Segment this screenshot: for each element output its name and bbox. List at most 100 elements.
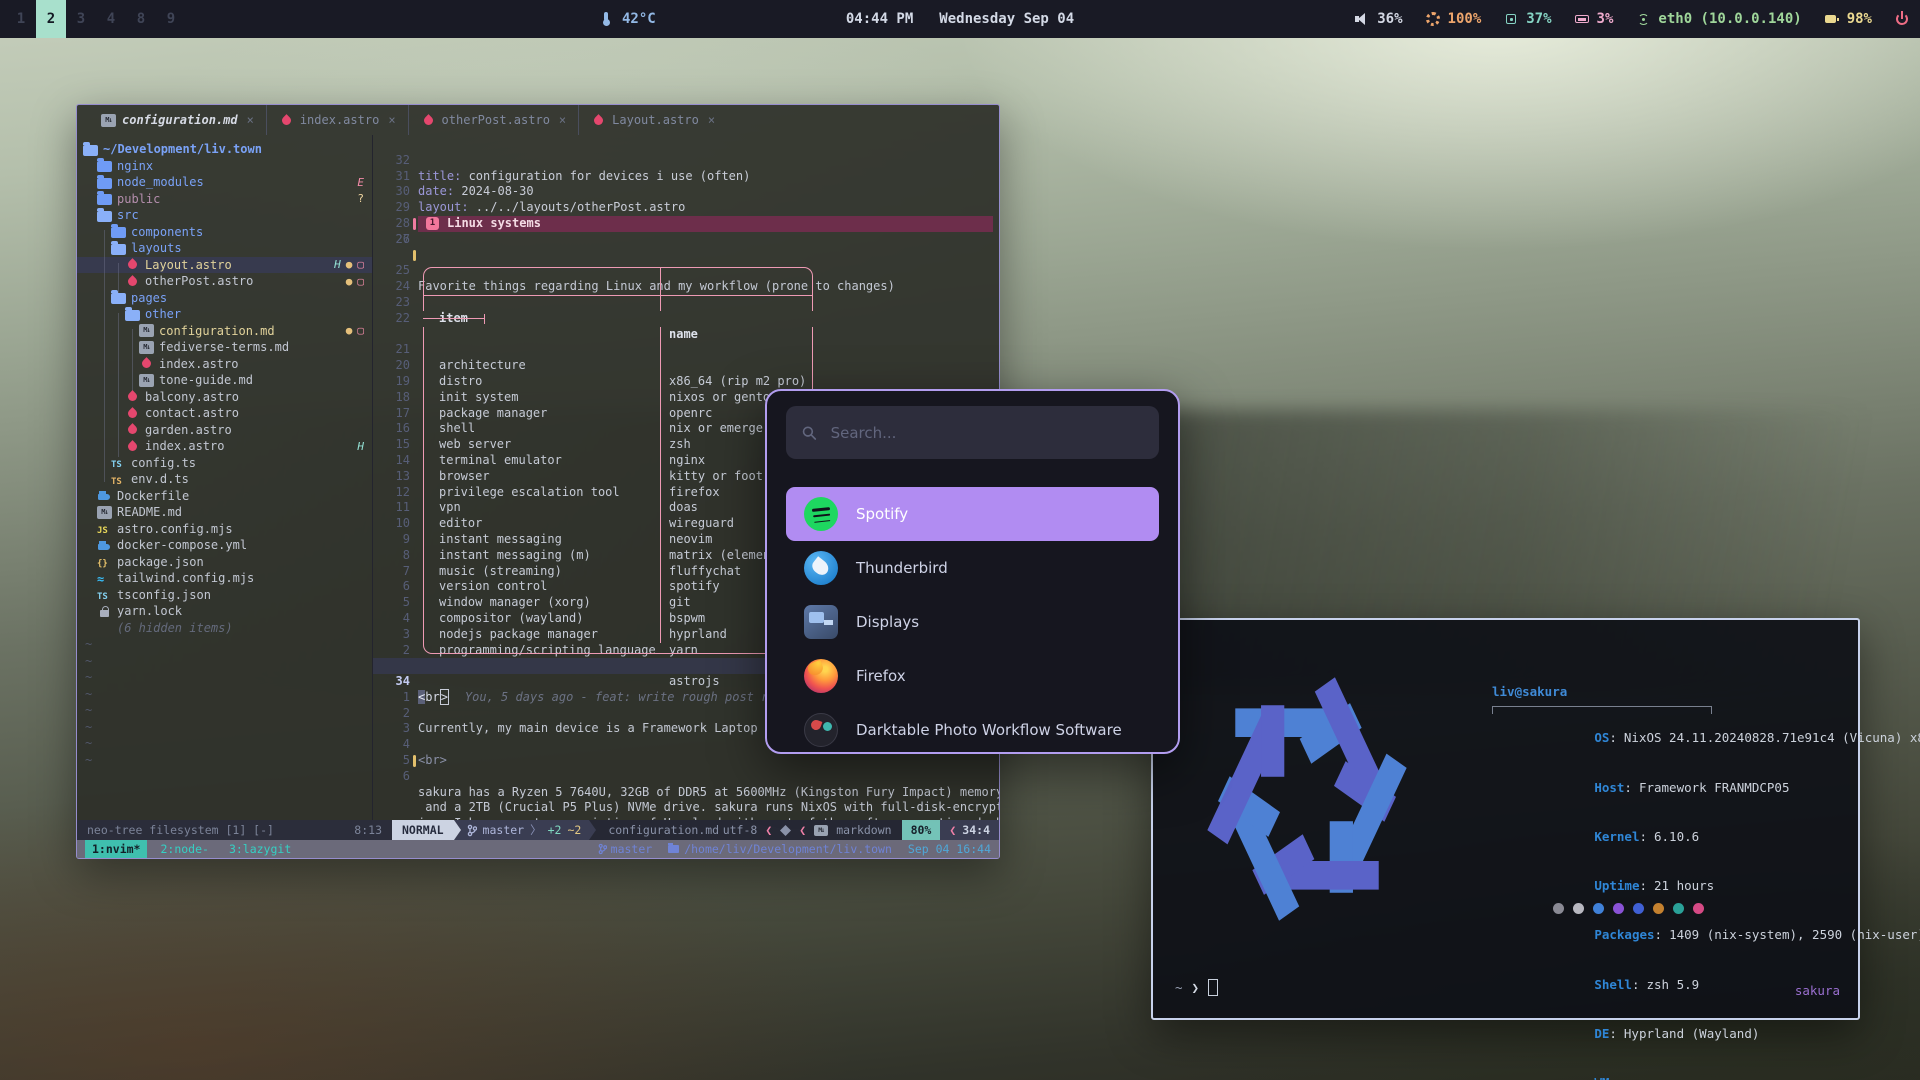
tree-item[interactable]: components (77, 224, 372, 241)
astro-icon (125, 258, 140, 271)
tree-item-label: contact.astro (145, 406, 239, 420)
tree-item[interactable]: balcony.astro (77, 389, 372, 406)
system-module[interactable]: eth0 (10.0.0.140) (1635, 11, 1801, 27)
buffer-line: ove. I use Nix when I need software with… (373, 800, 999, 816)
table-row: 19 init system openrc (373, 358, 999, 374)
folder-icon (668, 845, 679, 853)
tree-item[interactable]: configuration.md ●▢ (77, 323, 372, 340)
tree-item-label: docker-compose.yml (117, 538, 247, 552)
launcher-item-label: Thunderbird (856, 559, 948, 577)
editor-tab[interactable]: index.astro × (266, 105, 408, 135)
workspace-button[interactable]: 4 (96, 0, 126, 38)
launcher-item[interactable]: Darktable Photo Workflow Software (786, 703, 1159, 754)
tree-item[interactable]: tone-guide.md (77, 372, 372, 389)
git-branch-icon (598, 843, 607, 855)
launcher-item[interactable]: Displays (786, 595, 1159, 649)
tmux-window[interactable]: 3:lazygit (222, 840, 298, 858)
neo-tree-panel[interactable]: ~/Development/liv.town nginx (77, 135, 373, 820)
statusline: neo-tree filesystem [1] [-] 8:13 NORMAL … (77, 820, 999, 840)
tree-item[interactable]: pages (77, 290, 372, 307)
tree-item-label: package.json (117, 555, 204, 569)
spotify-icon (804, 497, 838, 531)
editor-tab[interactable]: configuration.md × (89, 105, 266, 135)
workspace-button[interactable]: 2 (36, 0, 66, 38)
shell-prompt[interactable]: ~ ❯ (1175, 979, 1218, 996)
ts-icon (97, 588, 112, 601)
temperature-module[interactable]: 42°C (598, 0, 656, 38)
tree-item[interactable]: index.astro H (77, 438, 372, 455)
tmux-window[interactable]: 1:nvim* (85, 840, 147, 858)
tree-item[interactable]: env.d.ts (77, 471, 372, 488)
tree-item[interactable]: tailwind.config.mjs (77, 570, 372, 587)
tree-item[interactable]: other (77, 306, 372, 323)
tree-item[interactable]: public ? (77, 191, 372, 208)
tree-item[interactable]: fediverse-terms.md (77, 339, 372, 356)
tree-item[interactable]: contact.astro (77, 405, 372, 422)
close-icon[interactable]: × (247, 113, 254, 127)
battery-icon (1824, 11, 1840, 27)
tree-item[interactable]: index.astro (77, 356, 372, 373)
fastfetch-terminal-window[interactable]: liv@sakura OSNixOS 24.11.20240828.71e91c… (1151, 618, 1860, 1020)
workspace-button[interactable]: 9 (156, 0, 186, 38)
search-input[interactable] (829, 423, 1143, 443)
system-module[interactable]: 3% (1574, 11, 1614, 27)
empty-line-tilde: ~ (77, 686, 372, 703)
tree-item-label: garden.astro (145, 423, 232, 437)
buffer-line: 6 sakura has a Ryzen 5 7640U, 32GB of DD… (373, 753, 999, 769)
launcher-results: Spotify Thunderbird Displays Firefox Dar… (786, 487, 1159, 754)
tree-item-label: config.ts (131, 456, 196, 470)
tree-item[interactable]: README.md (77, 504, 372, 521)
tree-item[interactable]: (6 hidden items) (77, 620, 372, 637)
launcher-item[interactable]: Thunderbird (786, 541, 1159, 595)
info-entry: Shellzsh 5.9 (1492, 960, 1920, 1009)
tree-item[interactable]: tsconfig.json (77, 587, 372, 604)
tree-item[interactable]: src (77, 207, 372, 224)
empty-line-tilde: ~ (77, 735, 372, 752)
palette-dot (1613, 903, 1624, 914)
tree-item[interactable]: ~/Development/liv.town (77, 141, 372, 158)
close-icon[interactable]: × (559, 113, 566, 127)
editor-tab[interactable]: Layout.astro × (578, 105, 727, 135)
tree-item[interactable]: otherPost.astro ●▢ (77, 273, 372, 290)
folder-open-icon (111, 244, 126, 255)
system-module[interactable]: 98% (1824, 11, 1872, 27)
workspace-button[interactable]: 8 (126, 0, 156, 38)
launcher-item[interactable]: Spotify (786, 487, 1159, 541)
indent-guide (132, 329, 133, 391)
system-module[interactable]: 36% (1354, 11, 1402, 27)
close-icon[interactable]: × (708, 113, 715, 127)
table-row: 18 package manager nix or emerge (373, 374, 999, 390)
tmux-window[interactable]: 2:node- (153, 840, 215, 858)
workspace-button[interactable]: 1 (6, 0, 36, 38)
tree-item[interactable]: astro.config.mjs (77, 521, 372, 538)
buffer-line: 31 date: 2024-08-30 (373, 153, 999, 169)
tree-item[interactable]: yarn.lock (77, 603, 372, 620)
h1-icon (426, 217, 439, 230)
tree-item[interactable]: node_modules E (77, 174, 372, 191)
tree-item[interactable]: layouts (77, 240, 372, 257)
launcher-item[interactable]: Firefox (786, 649, 1159, 703)
system-modules: 36% 100% 37% 3% eth0 (10.0.0.140) (1354, 0, 1910, 38)
workspace-switcher: 123489 (6, 0, 186, 38)
markdown-icon (814, 825, 828, 836)
workspace-button[interactable]: 3 (66, 0, 96, 38)
buffer-line: ion. I have a setup consisting of Hyprla… (373, 785, 999, 801)
git-status-badge: H (334, 258, 341, 271)
system-module[interactable]: 100% (1425, 11, 1482, 27)
tree-item[interactable]: Layout.astro H●▢ (77, 257, 372, 274)
tree-item[interactable]: package.json (77, 554, 372, 571)
tree-item[interactable]: config.ts (77, 455, 372, 472)
folder-icon (97, 178, 112, 189)
editor-tab[interactable]: otherPost.astro × (408, 105, 579, 135)
tree-item[interactable]: docker-compose.yml (77, 537, 372, 554)
info-entry: WMsway (1492, 1059, 1920, 1080)
tree-item[interactable]: garden.astro (77, 422, 372, 439)
git-status-badge: ● (346, 275, 353, 288)
tree-item[interactable]: nginx (77, 158, 372, 175)
close-icon[interactable]: × (388, 113, 395, 127)
power-button[interactable] (1894, 11, 1910, 27)
vim-icon (780, 825, 791, 836)
system-module[interactable]: 37% (1503, 11, 1551, 27)
module-value: 98% (1847, 11, 1872, 27)
tree-item[interactable]: Dockerfile (77, 488, 372, 505)
